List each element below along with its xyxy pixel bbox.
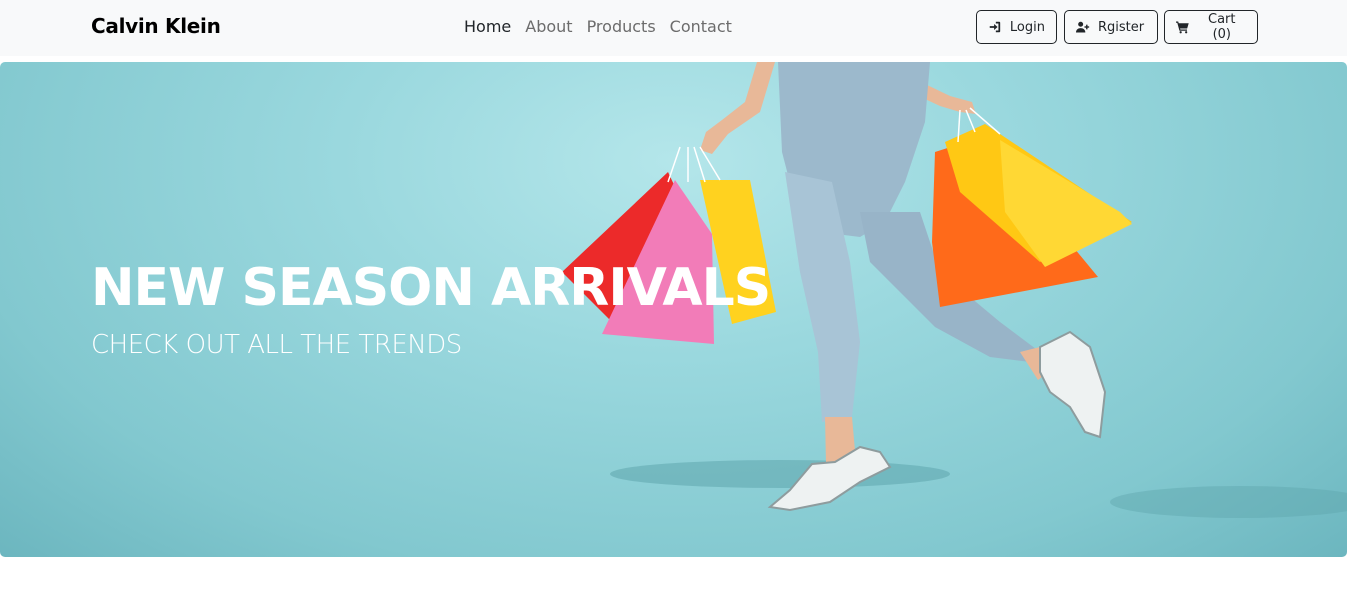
register-label: Rgister — [1098, 19, 1145, 35]
user-plus-icon — [1076, 21, 1090, 33]
hero-title: NEW SEASON ARRIVALS — [91, 258, 771, 318]
shopping-cart-icon — [1176, 21, 1189, 34]
cart-button[interactable]: Cart (0) — [1164, 10, 1258, 44]
sign-in-icon — [989, 21, 1001, 33]
login-button[interactable]: Login — [976, 10, 1057, 44]
nav-link-products[interactable]: Products — [587, 16, 656, 38]
nav-link-home[interactable]: Home — [464, 16, 511, 38]
top-navbar: Calvin Klein Home About Products Contact… — [0, 0, 1347, 56]
hero-subtitle: CHECK OUT ALL THE TRENDS — [91, 330, 462, 360]
nav-link-contact[interactable]: Contact — [670, 16, 732, 38]
nav-link-about[interactable]: About — [525, 16, 572, 38]
login-label: Login — [1009, 19, 1045, 35]
hero-banner: NEW SEASON ARRIVALS CHECK OUT ALL THE TR… — [0, 62, 1347, 557]
register-button[interactable]: Rgister — [1064, 10, 1158, 44]
brand-logo[interactable]: Calvin Klein — [91, 14, 221, 38]
nav-links: Home About Products Contact — [464, 16, 746, 38]
cart-label: Cart (0) — [1208, 12, 1236, 42]
